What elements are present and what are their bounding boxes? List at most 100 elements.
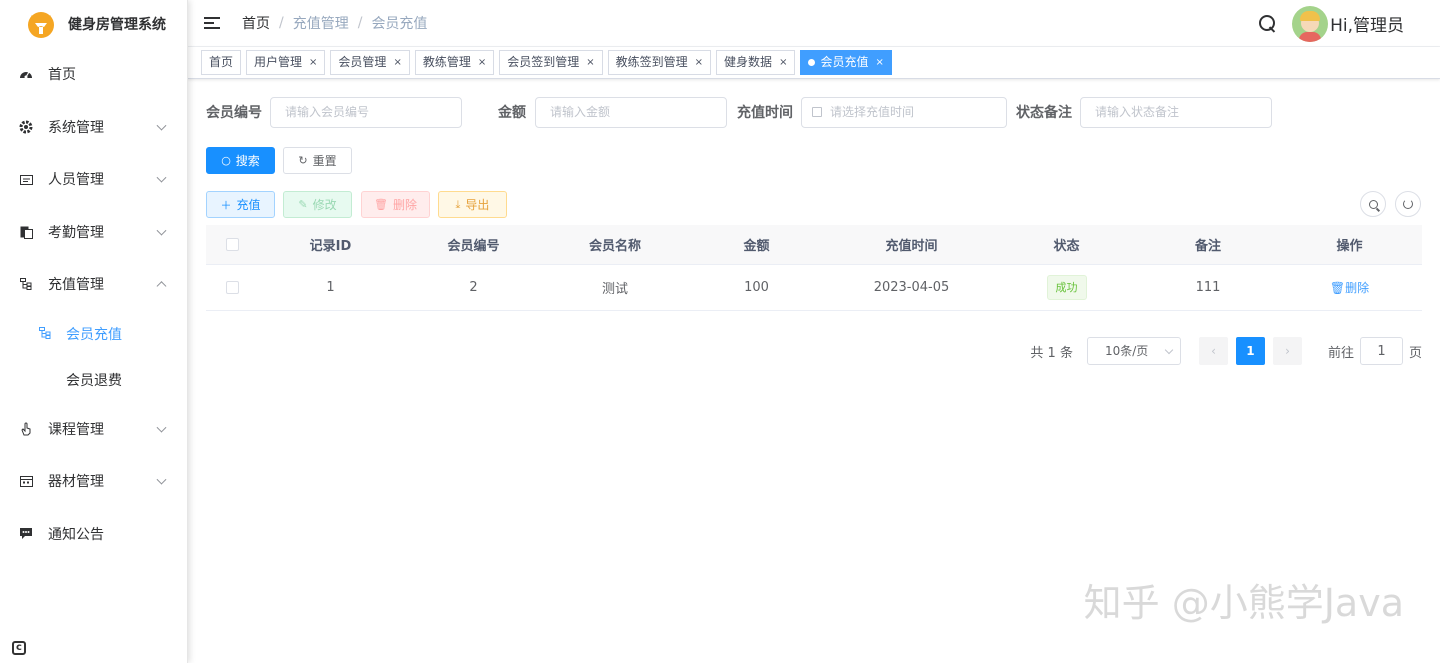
- row-delete-link[interactable]: 🗑删除: [1330, 281, 1369, 295]
- add-recharge-button[interactable]: ＋ 充值: [206, 191, 275, 218]
- tag-member-management[interactable]: 会员管理 ×: [330, 50, 410, 75]
- export-button[interactable]: ⤓ 导出: [438, 191, 507, 218]
- sidebar-subitem-member-recharge[interactable]: 会员充值: [0, 311, 187, 357]
- sidebar-item-label: 系统管理: [48, 119, 104, 136]
- chevron-down-icon: [156, 474, 167, 485]
- goto-suffix: 页: [1408, 345, 1422, 361]
- tag-fitness-data[interactable]: 健身数据 ×: [716, 50, 796, 75]
- pagination-total: 共 1 条: [1030, 345, 1073, 361]
- tag-coach-checkin[interactable]: 教练签到管理 ×: [607, 50, 712, 75]
- close-icon[interactable]: ×: [309, 51, 317, 74]
- goto-page-input[interactable]: [1359, 337, 1403, 365]
- breadcrumb-home[interactable]: 首页: [242, 13, 270, 33]
- reset-button[interactable]: ↻ 重置: [283, 147, 352, 174]
- tag-home[interactable]: 首页: [201, 50, 242, 75]
- breadcrumb-recharge: 充值管理: [292, 16, 349, 32]
- search-icon[interactable]: [1258, 14, 1278, 34]
- breadcrumb-current: 会员充值: [371, 16, 428, 32]
- sidebar-item-label: 器材管理: [48, 474, 104, 491]
- cell-amount: 100: [744, 280, 769, 295]
- delete-button[interactable]: 🗑 删除: [361, 191, 430, 218]
- pagination: 共 1 条 10条/页 ‹ 1 › 前往 页: [1030, 337, 1422, 365]
- sidebar-subitem-member-refund[interactable]: 会员退费: [0, 357, 187, 403]
- sidebar-item-equipment[interactable]: 器材管理: [0, 455, 187, 508]
- search-button[interactable]: ○ 搜索: [206, 147, 275, 174]
- edit-icon: ✎: [298, 198, 308, 211]
- add-button-label: 充值: [236, 198, 261, 212]
- hand-pointer-icon: [18, 421, 34, 437]
- avatar[interactable]: [1292, 5, 1329, 42]
- edit-button[interactable]: ✎ 修改: [283, 191, 352, 218]
- recharge-time-label: 充值时间: [737, 105, 793, 121]
- col-record-id: 记录ID: [309, 239, 352, 254]
- sidebar-item-courses[interactable]: 课程管理: [0, 403, 187, 456]
- tag-label: 会员充值: [820, 55, 869, 69]
- trash-icon: 🗑: [374, 198, 388, 211]
- refresh-button[interactable]: [1395, 191, 1421, 217]
- search-form: 会员编号 请输入会员编号 金额 请输入金额 充值时间 请选择充值时间 状态备注 …: [206, 97, 1422, 129]
- sidebar-subitem-label: 会员充值: [66, 326, 122, 343]
- close-icon[interactable]: ×: [875, 51, 883, 74]
- prev-page-button[interactable]: ‹: [1198, 337, 1228, 365]
- tree-icon: [38, 327, 52, 341]
- select-all-cell: [206, 238, 258, 251]
- cell-recharge-time: 2023-04-05: [873, 280, 950, 295]
- table-row: 1 2 测试 100 2023-04-05 成功 111 🗑删除: [206, 265, 1422, 311]
- amount-input[interactable]: 请输入金额: [535, 97, 727, 128]
- close-icon[interactable]: ×: [695, 51, 703, 74]
- top-navbar: 首页 / 充值管理 / 会员充值 Hi,管理员: [188, 0, 1440, 47]
- sidebar-item-recharge[interactable]: 充值管理: [0, 258, 187, 311]
- trash-icon: 🗑: [1329, 281, 1346, 295]
- close-icon[interactable]: ×: [393, 51, 401, 74]
- amount-label: 金额: [498, 105, 526, 121]
- status-note-input[interactable]: 请输入状态备注: [1080, 97, 1272, 128]
- id-card-icon: [18, 171, 34, 187]
- delete-button-label: 删除: [392, 198, 417, 212]
- cell-actions: 🗑删除: [1279, 279, 1420, 296]
- sidebar-item-notices[interactable]: 通知公告: [0, 508, 187, 561]
- col-note: 备注: [1194, 239, 1221, 254]
- tag-member-recharge[interactable]: 会员充值 ×: [800, 50, 892, 75]
- close-icon[interactable]: ×: [478, 51, 486, 74]
- calendar-icon: [812, 107, 822, 117]
- select-all-checkbox[interactable]: [225, 238, 239, 251]
- sidebar-menu: 首页 系统管理 人员管理 考勤管理 充值管理 会员充值 会员退费 课程管理 器材…: [0, 48, 187, 560]
- member-no-input[interactable]: 请输入会员编号: [270, 97, 462, 128]
- sidebar-item-home[interactable]: 首页: [0, 48, 187, 101]
- user-greeting[interactable]: Hi,管理员: [1330, 11, 1404, 36]
- sidebar-item-personnel[interactable]: 人员管理: [0, 153, 187, 206]
- row-select-cell: [206, 281, 258, 294]
- page-jumper: 前往 页: [1328, 337, 1422, 365]
- message-icon: [18, 526, 34, 542]
- page-size-value: 10条/页: [1104, 344, 1149, 358]
- sidebar-item-system[interactable]: 系统管理: [0, 101, 187, 154]
- col-actions: 操作: [1336, 239, 1363, 254]
- plus-icon: ＋: [220, 198, 232, 212]
- recharge-table: 记录ID 会员编号 会员名称 金额 充值时间 状态 备注 操作 1 2 测试 1…: [206, 225, 1422, 311]
- search-button-label: 搜索: [235, 154, 260, 168]
- sidebar-item-label: 人员管理: [48, 172, 104, 189]
- recharge-time-picker[interactable]: 请选择充值时间: [801, 97, 1007, 128]
- col-status: 状态: [1053, 239, 1080, 254]
- tag-coach-management[interactable]: 教练管理 ×: [414, 50, 495, 75]
- page-number-button[interactable]: 1: [1235, 337, 1265, 365]
- refresh-icon: [1403, 199, 1413, 209]
- next-page-button[interactable]: ›: [1272, 337, 1302, 365]
- page-size-select[interactable]: 10条/页: [1086, 337, 1181, 365]
- header-right: Hi,管理员: [1258, 0, 1404, 47]
- tag-member-checkin[interactable]: 会员签到管理 ×: [499, 50, 603, 75]
- close-icon[interactable]: ×: [586, 51, 594, 74]
- close-icon[interactable]: ×: [779, 51, 787, 74]
- download-icon: ⤓: [455, 197, 461, 211]
- tag-user-management[interactable]: 用户管理 ×: [246, 50, 326, 75]
- sidebar-item-label: 首页: [48, 67, 76, 84]
- tag-label: 用户管理: [254, 55, 303, 69]
- search-icon: [1368, 199, 1378, 209]
- toggle-search-button[interactable]: [1360, 191, 1386, 217]
- row-checkbox[interactable]: [225, 281, 239, 294]
- menu-toggle-icon[interactable]: [204, 14, 220, 32]
- sidebar-item-label: 充值管理: [48, 277, 104, 294]
- status-badge: 成功: [1046, 275, 1087, 300]
- sidebar-item-attendance[interactable]: 考勤管理: [0, 206, 187, 259]
- tag-label: 教练管理: [422, 55, 471, 69]
